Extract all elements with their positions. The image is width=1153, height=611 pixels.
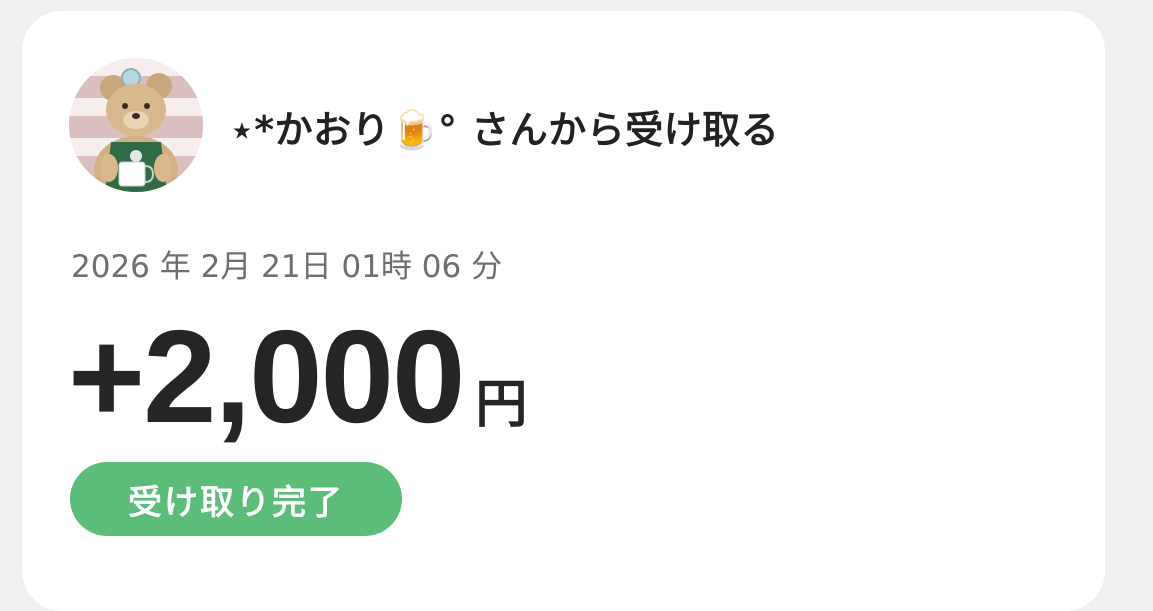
status-badge: 受け取り完了 — [70, 462, 402, 536]
amount-row: +2,000 円 — [68, 301, 527, 452]
sender-suffix: さんから受け取る — [457, 108, 780, 152]
transfer-card: ⋆*かおり🍺° さんから受け取る 2026 年 2月 21日 01時 06 分 … — [22, 11, 1105, 611]
amount-value: +2,000 — [68, 303, 465, 450]
currency-label: 円 — [475, 375, 528, 435]
sender-avatar[interactable] — [69, 58, 203, 192]
transfer-timestamp: 2026 年 2月 21日 01時 06 分 — [71, 249, 503, 285]
sender-nickname: ⋆*かおり🍺° — [230, 108, 458, 152]
sender-title: ⋆*かおり🍺° さんから受け取る — [230, 99, 779, 154]
teddy-bear-avatar-image — [69, 58, 203, 192]
